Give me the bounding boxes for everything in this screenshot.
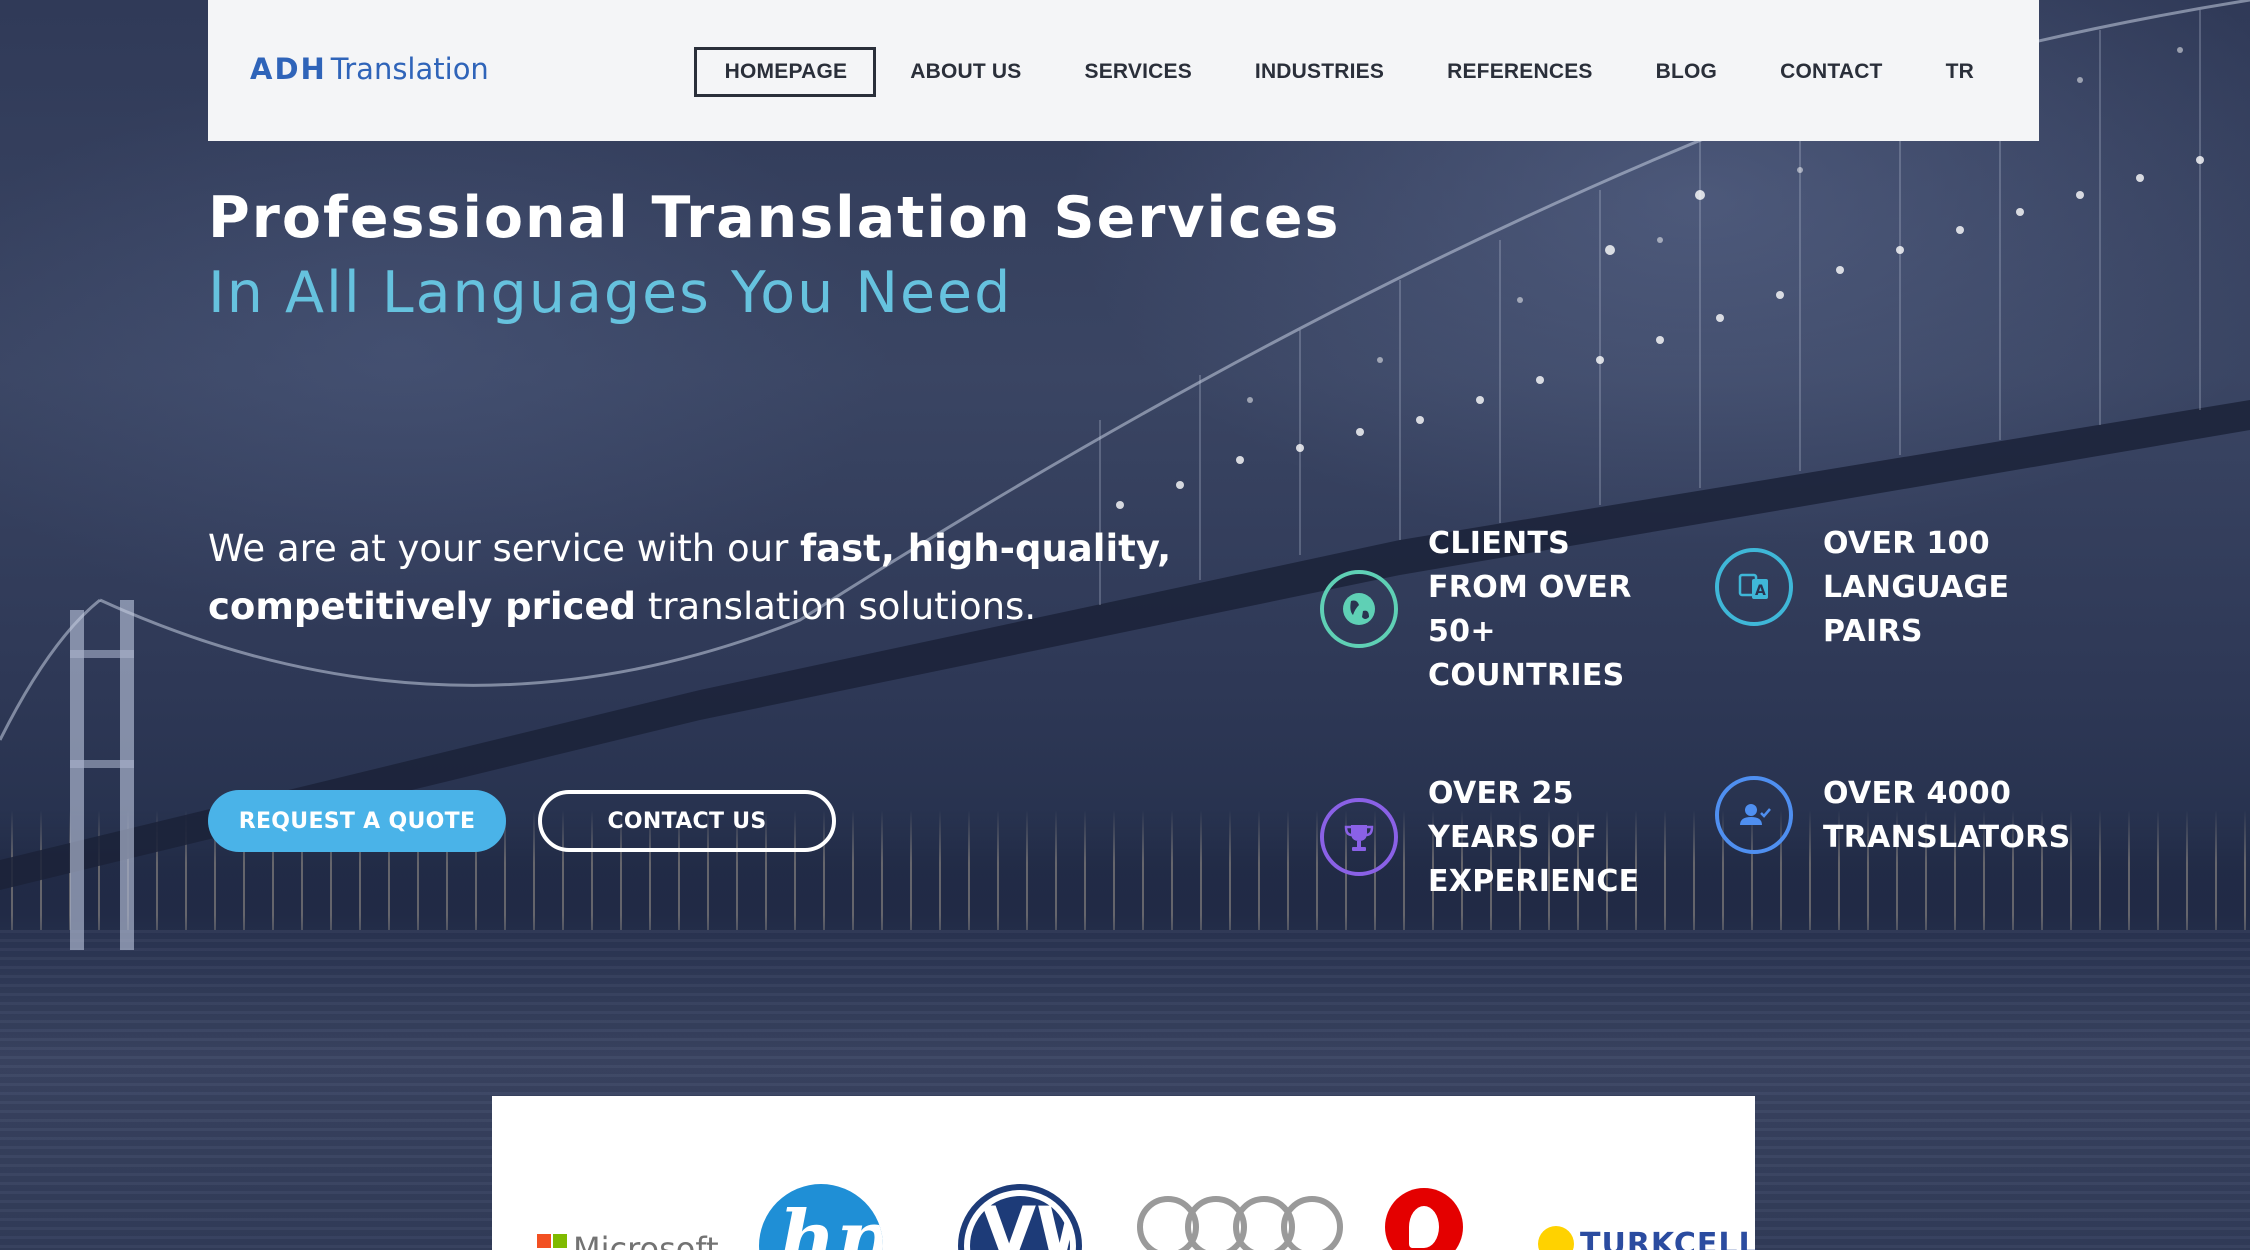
stat-translators-text: OVER 4000 TRANSLATORS — [1823, 776, 2071, 855]
vodafone-logo — [1385, 1188, 1463, 1250]
main-nav: HOMEPAGE ABOUT US SERVICES INDUSTRIES RE… — [691, 47, 2003, 97]
logo-mark: ADH — [250, 52, 327, 86]
hero-subheadline: In All Languages You Need — [208, 260, 1013, 326]
microsoft-logo: Microsoft — [537, 1230, 719, 1250]
intro-bold-2: competitively priced — [208, 585, 637, 628]
user-check-icon — [1715, 776, 1793, 854]
vw-name: VW — [982, 1192, 1076, 1250]
trophy-icon — [1320, 798, 1398, 876]
stat-experience: OVER 25 YEARS OF EXPERIENCE — [1320, 772, 1668, 904]
nav-references[interactable]: REFERENCES — [1416, 47, 1622, 97]
translate-icon: A — [1715, 548, 1793, 626]
hero-intro: We are at your service with our fast, hi… — [208, 520, 1188, 636]
contact-us-button[interactable]: CONTACT US — [538, 790, 836, 852]
intro-bold-1: fast, high-quality, — [800, 527, 1172, 570]
audi-logo — [1137, 1196, 1343, 1250]
nav-industries[interactable]: INDUSTRIES — [1224, 47, 1413, 97]
hp-name: hp — [779, 1194, 883, 1250]
nav-contact[interactable]: CONTACT — [1749, 47, 1912, 97]
svg-text:A: A — [1755, 583, 1766, 599]
nav-blog[interactable]: BLOG — [1625, 47, 1746, 97]
client-logos: Microsoft hp VW TURKCELL — [492, 1096, 1758, 1250]
stat-experience-text: OVER 25 YEARS OF EXPERIENCE — [1428, 776, 1640, 899]
microsoft-name: Microsoft — [573, 1230, 719, 1250]
stat-language-pairs: A OVER 100 LANGUAGE PAIRS — [1715, 522, 2083, 654]
stat-clients: CLIENTS FROM OVER 50+ COUNTRIES — [1320, 522, 1658, 698]
nav-about-us[interactable]: ABOUT US — [879, 47, 1050, 97]
nav-language-tr[interactable]: TR — [1915, 47, 2003, 97]
logo-text: Translation — [330, 52, 489, 86]
site-header: ADH Translation HOMEPAGE ABOUT US SERVIC… — [208, 0, 2039, 141]
request-quote-button[interactable]: REQUEST A QUOTE — [208, 790, 506, 852]
hp-logo: hp — [759, 1184, 883, 1250]
turkcell-logo: TURKCELL — [1538, 1226, 1759, 1250]
globe-icon — [1320, 570, 1398, 648]
intro-text-2: translation solutions. — [636, 585, 1037, 628]
microsoft-windows-icon — [537, 1234, 567, 1250]
hero-headline: Professional Translation Services — [208, 185, 1341, 251]
logo[interactable]: ADH Translation — [250, 52, 489, 88]
nav-services[interactable]: SERVICES — [1053, 47, 1220, 97]
intro-text-1: We are at your service with our — [208, 527, 801, 570]
stat-language-pairs-text: OVER 100 LANGUAGE PAIRS — [1823, 526, 2010, 649]
stat-clients-text: CLIENTS FROM OVER 50+ COUNTRIES — [1428, 526, 1632, 693]
turkcell-ball-icon — [1538, 1226, 1574, 1250]
turkcell-name: TURKCELL — [1580, 1226, 1759, 1250]
stat-translators: OVER 4000 TRANSLATORS — [1715, 772, 2113, 860]
volkswagen-logo: VW — [958, 1184, 1082, 1250]
nav-homepage[interactable]: HOMEPAGE — [693, 47, 877, 97]
